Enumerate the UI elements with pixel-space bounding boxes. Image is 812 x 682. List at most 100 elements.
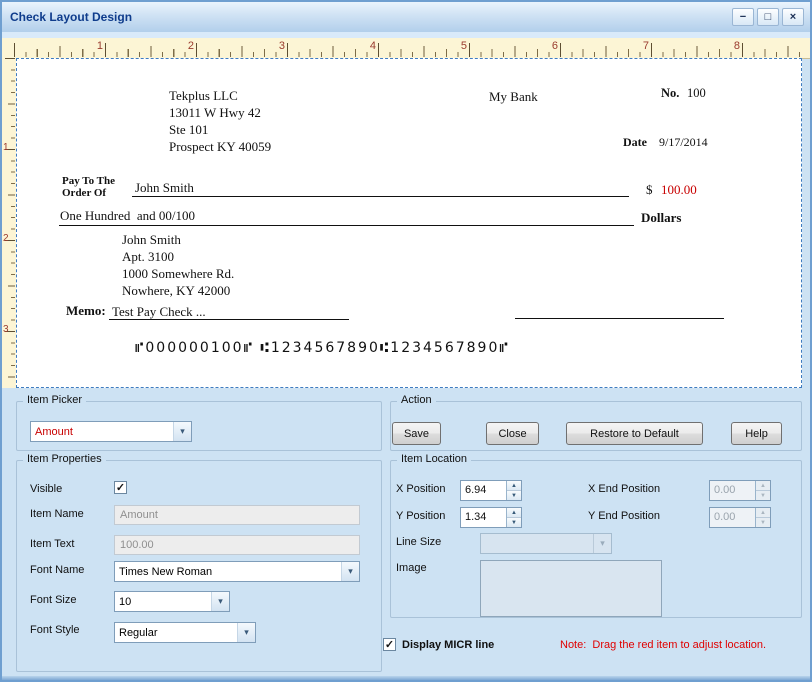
spin-up-icon: ▲ [756,508,770,518]
chevron-down-icon: ▾ [211,592,229,611]
payee-address-item[interactable]: John Smith Apt. 3100 1000 Somewhere Rd. … [122,231,234,299]
amount-words-underline [59,225,634,226]
x-position-value: 6.94 [465,484,487,496]
check-layout-design-window: Check Layout Design − □ × 1 2 3 4 5 6 7 … [0,0,812,682]
y-end-position-stepper: 0.00 ▲ ▼ [709,507,771,528]
x-end-position-label: X End Position [588,483,661,495]
help-button[interactable]: Help [731,422,782,445]
ruler-number: 8 [733,40,740,52]
payee-underline [132,196,629,197]
check-design-canvas[interactable]: Tekplus LLC 13011 W Hwy 42 Ste 101 Prosp… [16,58,802,388]
x-position-label: X Position [396,483,446,495]
spin-down-icon[interactable]: ▼ [507,491,521,500]
item-properties-group-label: Item Properties [23,453,106,465]
y-position-label: Y Position [396,510,446,522]
line-size-label: Line Size [396,536,442,548]
item-location-group-label: Item Location [397,453,472,465]
visible-checkbox[interactable]: ✓ [114,481,127,494]
image-preview-box[interactable] [480,560,662,617]
font-size-value: 10 [119,595,132,608]
window-title: Check Layout Design [10,10,133,24]
bank-name-item[interactable]: My Bank [489,89,538,105]
spin-down-icon[interactable]: ▼ [507,518,521,527]
font-name-value: Times New Roman [119,565,213,578]
horizontal-ruler: 1 2 3 4 5 6 7 8 [2,38,810,59]
company-line: 13011 W Hwy 42 [169,105,261,120]
memo-value-item[interactable]: Test Pay Check ... [112,304,206,320]
check-number-label[interactable]: No. [661,86,679,101]
action-group-label: Action [397,394,436,406]
spin-down-icon: ▼ [756,491,770,500]
y-end-position-value: 0.00 [714,511,736,523]
dollar-sign[interactable]: $ [646,182,653,198]
maximize-icon[interactable]: □ [757,8,779,26]
pay-to-label-line1[interactable]: Pay To The [62,175,115,187]
company-line: Prospect KY 40059 [169,139,272,154]
micr-line-item[interactable]: ⑈000000100⑈ ⑆1234567890⑆1234567890⑈ [135,340,510,356]
font-size-label: Font Size [30,594,77,606]
ruler-ticks-inch [14,43,810,57]
item-picker-select[interactable]: Amount ▾ [30,421,192,442]
y-position-stepper[interactable]: 1.34 ▲ ▼ [460,507,522,528]
payee-address-line: Nowhere, KY 42000 [122,283,231,298]
display-micr-checkbox[interactable]: ✓ [383,638,396,651]
company-address-item[interactable]: Tekplus LLC 13011 W Hwy 42 Ste 101 Prosp… [169,87,271,155]
ruler-number: 3 [3,324,9,335]
font-name-select[interactable]: Times New Roman ▾ [114,561,360,582]
font-style-value: Regular [119,626,158,639]
item-name-label: Item Name [30,508,84,520]
item-picker-group-label: Item Picker [23,394,87,406]
payee-address-line: John Smith [122,232,181,247]
spin-up-icon[interactable]: ▲ [507,508,521,518]
x-end-position-stepper: 0.00 ▲ ▼ [709,480,771,501]
font-style-select[interactable]: Regular ▾ [114,622,256,643]
item-text-field[interactable]: 100.00 [114,535,360,555]
spin-up-icon: ▲ [756,481,770,491]
item-text-label: Item Text [30,538,75,550]
x-position-stepper[interactable]: 6.94 ▲ ▼ [460,480,522,501]
title-bar: Check Layout Design − □ × [2,2,810,33]
amount-words-item[interactable]: One Hundred and 00/100 [60,208,195,224]
y-position-value: 1.34 [465,511,487,523]
company-line: Ste 101 [169,122,209,137]
company-line: Tekplus LLC [169,88,238,103]
memo-underline [109,319,349,320]
chevron-down-icon: ▾ [593,534,611,553]
dollars-label[interactable]: Dollars [641,210,681,226]
close-button[interactable]: Close [486,422,539,445]
pay-to-label-line2[interactable]: Order Of [62,187,106,199]
minimize-icon[interactable]: − [732,8,754,26]
date-value[interactable]: 9/17/2014 [659,135,708,150]
close-icon[interactable]: × [782,8,804,26]
window-controls: − □ × [732,8,804,26]
payee-name-item[interactable]: John Smith [135,180,194,196]
x-end-position-value: 0.00 [714,484,736,496]
item-picker-value: Amount [35,425,73,438]
restore-default-button[interactable]: Restore to Default [566,422,703,445]
spin-down-icon: ▼ [756,518,770,527]
font-style-label: Font Style [30,624,80,636]
signature-line [515,318,724,319]
visible-label: Visible [30,483,63,495]
chevron-down-icon: ▾ [341,562,359,581]
item-name-field[interactable]: Amount [114,505,360,525]
save-button[interactable]: Save [392,422,441,445]
amount-item-selected[interactable]: 100.00 [661,182,697,198]
ruler-number: 5 [460,40,467,52]
font-name-label: Font Name [30,564,85,576]
window-bottom-edge [2,676,810,680]
display-micr-label: Display MICR line [402,639,495,651]
ruler-number: 7 [642,40,649,52]
ruler-number: 2 [187,40,194,52]
line-size-select: ▾ [480,533,612,554]
y-end-position-label: Y End Position [588,510,660,522]
memo-label[interactable]: Memo: [66,303,106,319]
spin-up-icon[interactable]: ▲ [507,481,521,491]
ruler-number: 2 [3,233,9,244]
chevron-down-icon: ▾ [173,422,191,441]
ruler-number: 3 [278,40,285,52]
check-number-value[interactable]: 100 [687,86,706,101]
font-size-select[interactable]: 10 ▾ [114,591,230,612]
image-label: Image [396,562,427,574]
date-label[interactable]: Date [623,135,647,150]
